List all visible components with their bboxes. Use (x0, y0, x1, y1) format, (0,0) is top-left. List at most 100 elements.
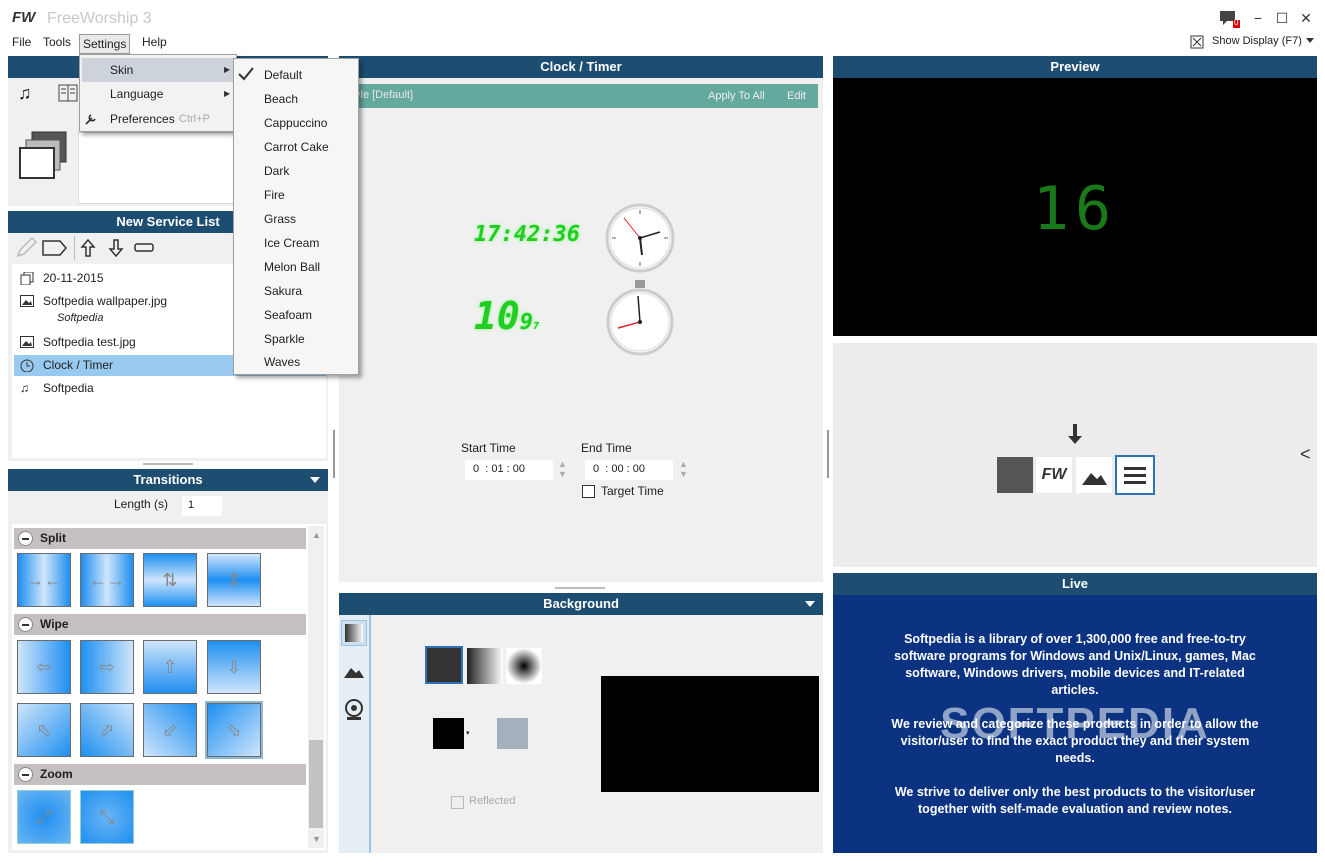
section-zoom[interactable]: Zoom (14, 764, 306, 785)
radial-gradient-swatch[interactable] (506, 648, 542, 684)
scrollbar-thumb[interactable] (309, 740, 323, 828)
layer-background[interactable] (997, 457, 1033, 493)
solid-color-swatch[interactable] (425, 646, 463, 684)
collapse-button[interactable]: < (1300, 444, 1311, 465)
target-time-checkbox[interactable] (582, 485, 595, 498)
image-icon (20, 295, 34, 307)
collapse-icon (18, 531, 33, 546)
webcam-icon[interactable] (343, 698, 365, 722)
digital-clock[interactable]: 17:42:36 (474, 222, 580, 247)
skin-option[interactable]: Dark (264, 164, 289, 178)
show-display-button[interactable]: Show Display (F7) (1190, 34, 1320, 50)
transition-wipe-up-left[interactable]: ⬁ (17, 703, 71, 757)
skin-option[interactable]: Default (264, 68, 302, 82)
image-icon[interactable] (343, 660, 365, 680)
transition-wipe-down-right[interactable]: ⬂ (205, 701, 263, 759)
color-picker[interactable] (433, 718, 464, 749)
secondary-color-swatch[interactable] (497, 718, 528, 749)
target-time-label: Target Time (601, 484, 664, 498)
splitter-handle[interactable] (143, 463, 193, 465)
skin-option[interactable]: Melon Ball (264, 260, 320, 274)
skin-option[interactable]: Seafoam (264, 308, 312, 322)
section-wipe[interactable]: Wipe (14, 614, 306, 635)
apply-to-all-button[interactable]: Apply To All (708, 90, 765, 102)
layer-text[interactable] (1115, 455, 1155, 495)
transitions-header[interactable]: Transitions (8, 469, 328, 491)
close-button[interactable]: ✕ (1297, 10, 1315, 26)
collapse-icon (18, 767, 33, 782)
digital-stopwatch[interactable]: 1097 (474, 294, 539, 338)
transition-wipe-up-right[interactable]: ⬀ (80, 703, 134, 757)
transition-zoom-out[interactable]: ⤢ (17, 790, 71, 844)
skin-option[interactable]: Cappuccino (264, 116, 327, 130)
splitter-handle[interactable] (333, 430, 335, 478)
skin-option[interactable]: Fire (264, 188, 285, 202)
transition-wipe-down-left[interactable]: ⬃ (143, 703, 197, 757)
move-up-icon[interactable] (80, 238, 96, 258)
transition-zoom-in[interactable]: ⤡ (80, 790, 134, 844)
move-down-icon[interactable] (108, 238, 124, 258)
transition-split-vertical-in[interactable]: ⇅ (143, 553, 197, 607)
start-time-input[interactable]: 0 : 01 : 00 (465, 460, 553, 480)
maximize-button[interactable]: ☐ (1273, 10, 1291, 26)
analog-stopwatch[interactable] (604, 280, 676, 356)
end-time-spinner[interactable]: ▲ ▼ (679, 459, 688, 479)
menu-item-skin[interactable]: Skin ▶ (82, 58, 234, 82)
scrollbar[interactable]: ▲ ▼ (308, 526, 324, 848)
menu-item-language[interactable]: Language ▶ (80, 82, 236, 106)
transition-split-vertical-out[interactable]: ⇕ (207, 553, 261, 607)
skin-option[interactable]: Sakura (264, 284, 302, 298)
slides-icon[interactable] (18, 130, 70, 182)
skin-option[interactable]: Sparkle (264, 332, 305, 346)
background-header[interactable]: Background (339, 593, 823, 615)
title-bar (0, 0, 1325, 34)
transition-split-horizontal-in[interactable]: →← (17, 553, 71, 607)
length-input[interactable]: 1 (182, 496, 222, 516)
chevron-down-icon[interactable] (310, 477, 320, 483)
end-time-input[interactable]: 0 : 00 : 00 (585, 460, 673, 480)
transition-wipe-right[interactable]: ⇨ (80, 640, 134, 694)
splitter-handle[interactable] (555, 587, 605, 589)
transition-wipe-down[interactable]: ⇩ (207, 640, 261, 694)
tab-gradient[interactable] (341, 620, 367, 646)
skin-option[interactable]: Ice Cream (264, 236, 319, 250)
layer-fw[interactable]: FW (1036, 457, 1072, 493)
bible-icon[interactable] (58, 84, 78, 102)
transition-wipe-up[interactable]: ⇧ (143, 640, 197, 694)
menu-file[interactable]: File (12, 35, 31, 49)
section-split[interactable]: Split (14, 528, 306, 549)
menu-help[interactable]: Help (142, 35, 167, 49)
lines-icon (1124, 467, 1146, 484)
skin-option[interactable]: Grass (264, 212, 296, 226)
transition-wipe-left[interactable]: ⇦ (17, 640, 71, 694)
menu-item-preferences[interactable]: Preferences Ctrl+P (80, 107, 236, 131)
edit-button[interactable]: Edit (787, 90, 806, 102)
start-time-spinner[interactable]: ▲ ▼ (558, 459, 567, 479)
layer-image[interactable] (1076, 457, 1112, 493)
linear-gradient-swatch[interactable] (467, 648, 503, 684)
background-preview (601, 676, 819, 792)
menu-tools[interactable]: Tools (43, 35, 71, 49)
notifications-icon[interactable]: 0 (1219, 9, 1241, 29)
tag-icon[interactable] (42, 239, 68, 257)
splitter-handle[interactable] (827, 430, 829, 478)
skin-option[interactable]: Carrot Cake (264, 140, 329, 154)
chevron-down-icon[interactable]: ▾ (466, 729, 470, 737)
pages-icon (20, 272, 34, 285)
analog-clock[interactable] (604, 202, 676, 274)
transition-split-horizontal-out[interactable]: ←→ (80, 553, 134, 607)
collapse-icon (18, 617, 33, 632)
minimize-button[interactable]: − (1249, 10, 1267, 26)
music-icon[interactable]: ♫ (18, 83, 32, 104)
start-time-label: Start Time (461, 441, 516, 455)
app-title: FreeWorship 3 (47, 10, 152, 27)
checkmark-icon (238, 67, 254, 81)
skin-option[interactable]: Waves (264, 355, 300, 369)
menu-settings[interactable]: Settings (79, 34, 131, 54)
list-item[interactable]: ♫ Softpedia (14, 378, 326, 399)
chevron-down-icon[interactable] (805, 601, 815, 607)
pencil-icon[interactable] (14, 236, 38, 260)
remove-icon[interactable] (134, 242, 154, 254)
reflected-checkbox[interactable] (451, 796, 464, 809)
skin-option[interactable]: Beach (264, 92, 298, 106)
